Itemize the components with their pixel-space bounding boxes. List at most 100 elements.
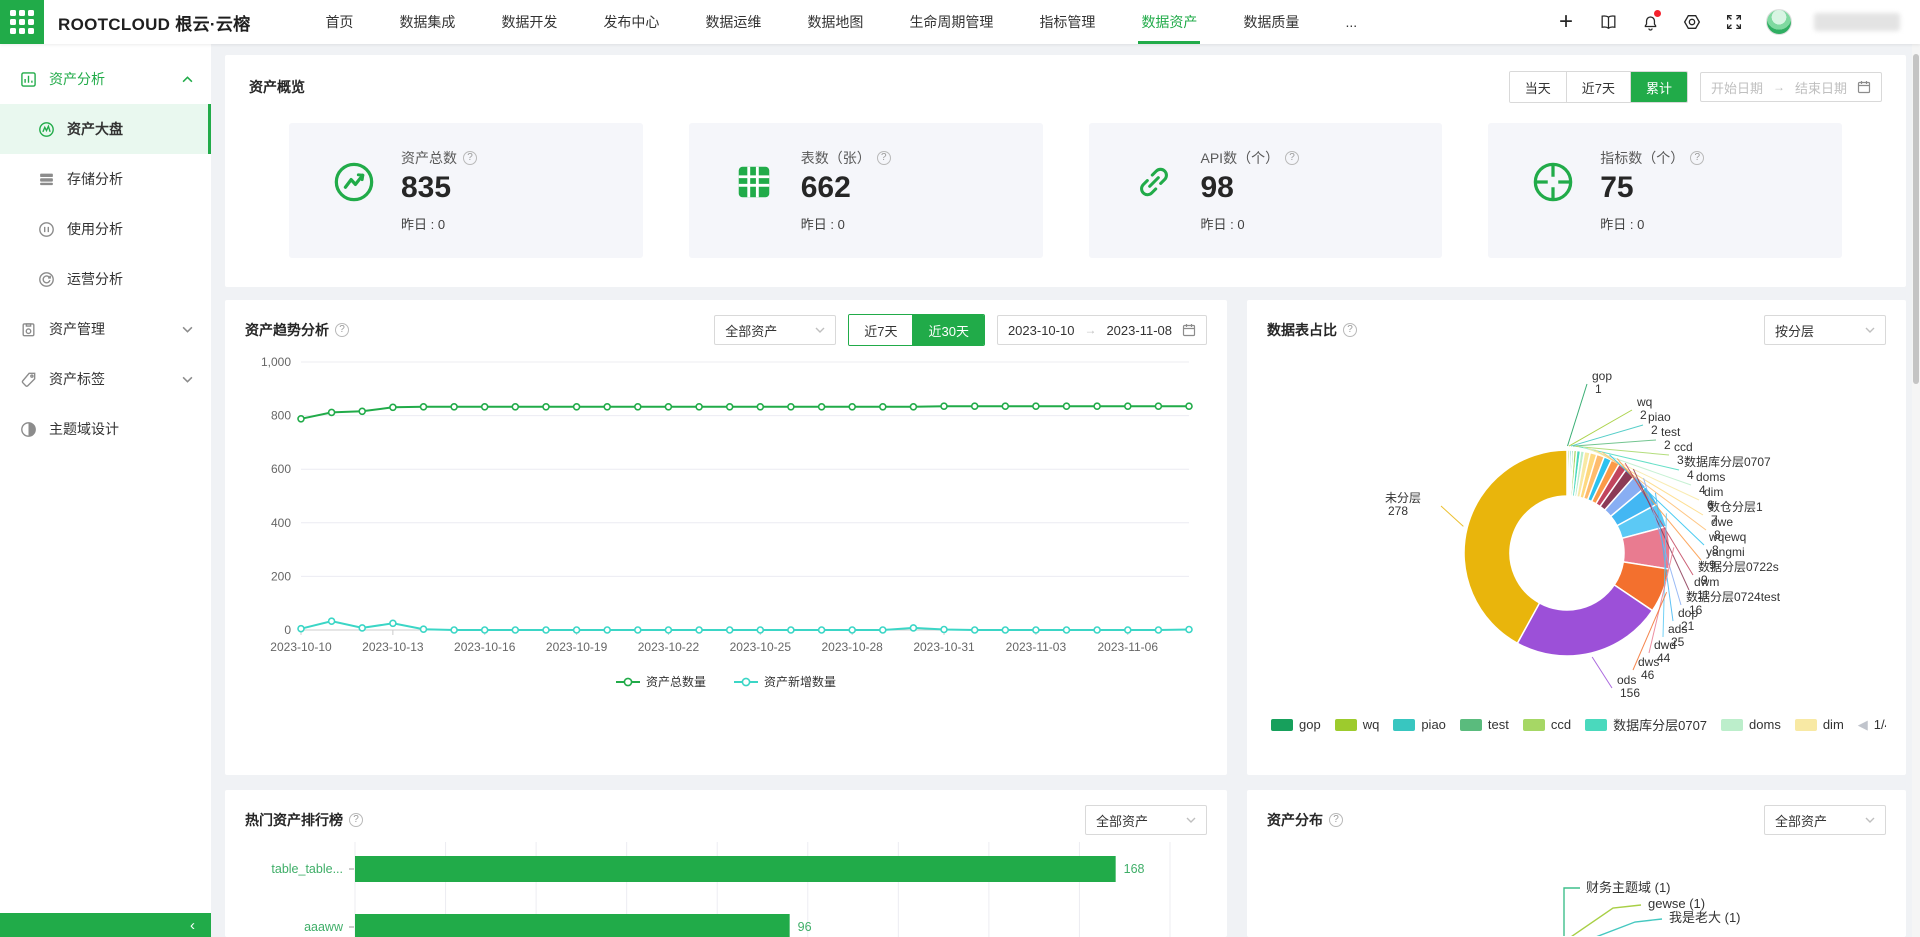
docs-book-icon[interactable] — [1598, 12, 1618, 32]
svg-text:test: test — [1661, 425, 1681, 439]
svg-text:aaaww: aaaww — [304, 920, 344, 934]
nav-item-0[interactable]: 首页 — [302, 0, 376, 44]
nav-item-5[interactable]: 数据地图 — [784, 0, 886, 44]
svg-text:3: 3 — [1677, 453, 1684, 467]
nav-item-4[interactable]: 数据运维 — [682, 0, 784, 44]
overview-range-tab-0[interactable]: 当天 — [1510, 72, 1566, 102]
sidebar-collapse-button[interactable]: ‹ — [0, 913, 211, 937]
overview-range-tab-2[interactable]: 累计 — [1630, 72, 1687, 102]
stat-label: 表数（张）? — [801, 148, 891, 168]
stat-value: 835 — [401, 172, 477, 204]
svg-text:yangmi: yangmi — [1706, 545, 1745, 559]
stat-card-3: 指标数（个）? 75 昨日 : 0 — [1488, 123, 1842, 258]
svg-text:2023-11-03: 2023-11-03 — [1006, 640, 1067, 654]
calendar-icon — [1857, 80, 1871, 94]
ranking-help-icon[interactable]: ? — [349, 813, 363, 827]
svg-text:dws: dws — [1638, 655, 1659, 669]
asset-distribution-card: 资产分布? 全部资产 财务主题域 (1)gewse (1)我是老大 (1) — [1247, 790, 1906, 937]
trend-line-chart: 02004006008001,0002023-10-102023-10-1320… — [245, 346, 1207, 671]
svg-text:2023-10-25: 2023-10-25 — [730, 640, 792, 654]
stat-label: 指标数（个）? — [1600, 148, 1704, 168]
sidebar-item-label: 使用分析 — [67, 219, 123, 239]
donut-legend-item-5[interactable]: 数据库分层0707 — [1585, 715, 1707, 734]
svg-text:1: 1 — [1595, 382, 1602, 396]
stat-help-icon[interactable]: ? — [463, 151, 477, 165]
legend-page-indicator: 1/4 — [1874, 717, 1886, 732]
trend-date-range[interactable]: 2023-10-10 → 2023-11-08 — [997, 315, 1207, 345]
overview-range-tab-1[interactable]: 近7天 — [1566, 72, 1630, 102]
svg-text:数据分层0722s: 数据分层0722s — [1698, 559, 1779, 574]
trend-title: 资产趋势分析 — [245, 320, 329, 340]
trend-end-date[interactable]: 2023-11-08 — [1106, 323, 1172, 338]
distribution-tree-chart: 财务主题域 (1)gewse (1)我是老大 (1) — [1267, 836, 1886, 937]
sidebar-group-0[interactable]: 资产分析 — [0, 54, 211, 104]
donut-legend-item-0[interactable]: gop — [1271, 717, 1321, 732]
svg-text:0: 0 — [284, 623, 291, 637]
sidebar-group-3[interactable]: 主题域设计 — [0, 404, 211, 454]
nav-item-3[interactable]: 发布中心 — [580, 0, 682, 44]
svg-text:96: 96 — [798, 920, 812, 934]
sidebar-item-label: 运营分析 — [67, 269, 123, 289]
svg-text:46: 46 — [1641, 668, 1655, 682]
sidebar-group-label: 主题域设计 — [49, 419, 119, 439]
donut-help-icon[interactable]: ? — [1343, 323, 1357, 337]
stat-help-icon[interactable]: ? — [1690, 151, 1704, 165]
sidebar-group-2[interactable]: 资产标签 — [0, 354, 211, 404]
trend-legend-item-1[interactable]: 资产新增数量 — [734, 673, 836, 690]
sidebar-item-0-3[interactable]: 运营分析 — [0, 254, 211, 304]
end-date-placeholder[interactable]: 结束日期 — [1795, 78, 1847, 97]
trend-range-tab-0[interactable]: 近7天 — [849, 315, 912, 345]
scrollbar-thumb[interactable] — [1913, 54, 1919, 384]
sidebar-group-1[interactable]: 资产管理 — [0, 304, 211, 354]
plus-icon[interactable]: + — [1556, 12, 1576, 32]
svg-text:数据库分层0707: 数据库分层0707 — [1684, 454, 1771, 469]
donut-legend-item-4[interactable]: ccd — [1523, 717, 1571, 732]
user-avatar[interactable] — [1766, 9, 1792, 35]
sidebar-item-0-1[interactable]: 存储分析 — [0, 154, 211, 204]
sidebar-item-label: 存储分析 — [67, 169, 123, 189]
start-date-placeholder[interactable]: 开始日期 — [1711, 78, 1763, 97]
nav-item-9[interactable]: 数据质量 — [1220, 0, 1322, 44]
notification-bell-icon[interactable] — [1640, 12, 1660, 32]
layer-select[interactable]: 按分层 — [1764, 315, 1886, 345]
page-scrollbar[interactable] — [1912, 44, 1920, 937]
trend-help-icon[interactable]: ? — [335, 323, 349, 337]
trend-start-date[interactable]: 2023-10-10 — [1008, 323, 1075, 338]
donut-legend-item-1[interactable]: wq — [1335, 717, 1380, 732]
trend-range-tab-1[interactable]: 近30天 — [912, 315, 983, 345]
donut-legend-item-3[interactable]: test — [1460, 717, 1509, 732]
distribution-asset-select[interactable]: 全部资产 — [1764, 805, 1886, 835]
sidebar-group-label: 资产标签 — [49, 369, 105, 389]
donut-legend-item-2[interactable]: piao — [1393, 717, 1446, 732]
svg-text:2: 2 — [1640, 408, 1647, 422]
overview-date-range[interactable]: 开始日期 → 结束日期 — [1700, 72, 1882, 102]
distribution-help-icon[interactable]: ? — [1329, 813, 1343, 827]
nav-menu: 首页数据集成数据开发发布中心数据运维数据地图生命周期管理指标管理数据资产数据质量… — [302, 0, 1380, 44]
stat-help-icon[interactable]: ? — [1285, 151, 1299, 165]
user-name-redacted[interactable] — [1814, 13, 1900, 31]
legend-prev-icon[interactable]: ◀ — [1858, 717, 1868, 733]
donut-legend-item-7[interactable]: dim — [1795, 717, 1844, 732]
trend-legend-item-0[interactable]: 资产总数量 — [616, 673, 706, 690]
nav-item-10[interactable]: ... — [1322, 0, 1380, 44]
nav-item-2[interactable]: 数据开发 — [478, 0, 580, 44]
sidebar-item-0-0[interactable]: 资产大盘 — [0, 104, 211, 154]
nav-item-6[interactable]: 生命周期管理 — [886, 0, 1016, 44]
usage-analysis-icon — [38, 221, 55, 238]
sidebar-item-0-2[interactable]: 使用分析 — [0, 204, 211, 254]
donut-legend-item-6[interactable]: doms — [1721, 717, 1781, 732]
nav-item-8[interactable]: 数据资产 — [1118, 0, 1220, 44]
sidebar: 资产分析资产大盘存储分析使用分析运营分析资产管理资产标签主题域设计 ‹ — [0, 44, 211, 937]
stat-value: 75 — [1600, 172, 1704, 204]
fullscreen-icon[interactable] — [1724, 12, 1744, 32]
trend-asset-select[interactable]: 全部资产 — [714, 315, 836, 345]
nav-item-7[interactable]: 指标管理 — [1016, 0, 1118, 44]
ranking-asset-select[interactable]: 全部资产 — [1085, 805, 1207, 835]
overview-range-tabs: 当天近7天累计 — [1509, 71, 1688, 103]
stat-yesterday: 昨日 : 0 — [1600, 214, 1704, 233]
settings-gear-icon[interactable] — [1682, 12, 1702, 32]
ranking-title: 热门资产排行榜 — [245, 810, 343, 830]
app-launcher-button[interactable] — [0, 0, 44, 44]
nav-item-1[interactable]: 数据集成 — [376, 0, 478, 44]
stat-help-icon[interactable]: ? — [877, 151, 891, 165]
